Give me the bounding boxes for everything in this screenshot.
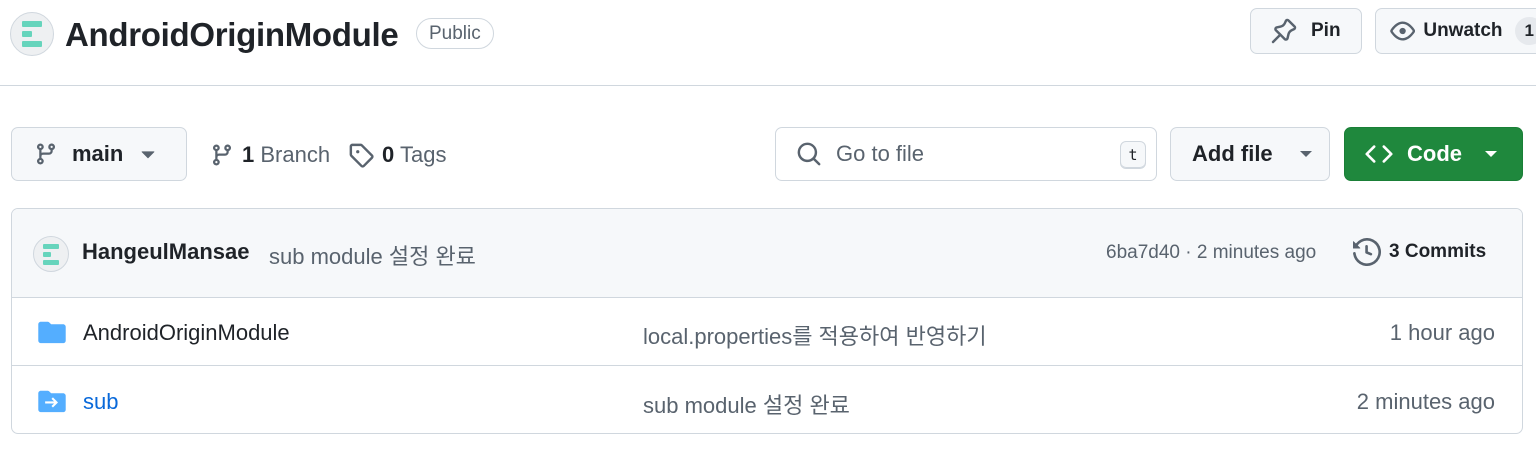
add-file-label: Add file <box>1192 141 1273 166</box>
pin-button[interactable]: Pin <box>1250 8 1362 54</box>
tags-label: Tags <box>399 142 447 167</box>
branches-label: Branch <box>260 142 331 167</box>
avatar[interactable] <box>33 236 69 272</box>
commit-author[interactable]: HangeulMansae <box>82 239 250 265</box>
chevron-down-icon <box>1485 151 1497 157</box>
unwatch-label: Unwatch <box>1423 20 1503 41</box>
chevron-down-icon <box>1299 151 1312 157</box>
file-age: 2 minutes ago <box>1356 389 1495 414</box>
branch-icon <box>212 144 231 166</box>
history-icon <box>1353 238 1381 266</box>
repo-title[interactable]: AndroidOriginModule <box>65 14 399 56</box>
tags-count: 0 <box>382 142 395 167</box>
eye-icon <box>1390 21 1416 41</box>
chevron-down-icon <box>141 151 155 159</box>
add-file-button[interactable]: Add file <box>1170 127 1330 181</box>
file-name[interactable]: AndroidOriginModule <box>83 320 290 346</box>
commits-history-link[interactable]: 3 Commits <box>1353 238 1486 266</box>
folder-icon <box>38 321 66 344</box>
repo-avatar[interactable] <box>10 12 54 56</box>
tags-link[interactable]: 0 Tags <box>348 138 446 172</box>
pin-label: Pin <box>1311 20 1341 41</box>
tag-icon <box>349 143 374 168</box>
code-icon <box>1365 145 1393 163</box>
code-label: Code <box>1407 141 1462 166</box>
file-table: HangeulMansae sub module 설정 완료 6ba7d40 ·… <box>11 208 1523 434</box>
branches-link[interactable]: 1 Branch <box>210 138 330 172</box>
commit-message[interactable]: sub module 설정 완료 <box>269 239 476 271</box>
file-commit-message[interactable]: local.properties를 적용하여 반영하기 <box>643 319 987 351</box>
file-commit-message[interactable]: sub module 설정 완료 <box>643 388 850 420</box>
visibility-badge: Public <box>416 18 494 49</box>
branch-selector[interactable]: main <box>11 127 187 181</box>
table-row[interactable]: AndroidOriginModule local.properties를 적용… <box>12 298 1522 366</box>
search-input[interactable] <box>836 141 1106 167</box>
pin-icon <box>1271 18 1297 44</box>
branches-count: 1 <box>242 142 255 167</box>
file-age: 1 hour ago <box>1389 320 1495 345</box>
unwatch-button[interactable]: Unwatch 1 <box>1375 8 1536 54</box>
branch-name: main <box>72 141 124 166</box>
go-to-file-search[interactable]: t <box>775 127 1157 181</box>
file-name[interactable]: sub <box>83 389 118 415</box>
table-row[interactable]: sub sub module 설정 완료 2 minutes ago <box>12 367 1522 433</box>
watch-count: 1 <box>1514 17 1536 45</box>
commits-label: 3 Commits <box>1389 241 1487 262</box>
latest-commit-bar: HangeulMansae sub module 설정 완료 6ba7d40 ·… <box>12 209 1522 298</box>
branch-icon <box>36 143 55 165</box>
submodule-icon <box>38 390 66 413</box>
commit-hash-time[interactable]: 6ba7d40 · 2 minutes ago <box>1106 242 1316 264</box>
code-button[interactable]: Code <box>1344 127 1523 181</box>
search-icon <box>797 142 821 166</box>
repo-header: AndroidOriginModule Public Pin Unwatch 1 <box>0 0 1536 86</box>
shortcut-hint: t <box>1120 141 1146 169</box>
